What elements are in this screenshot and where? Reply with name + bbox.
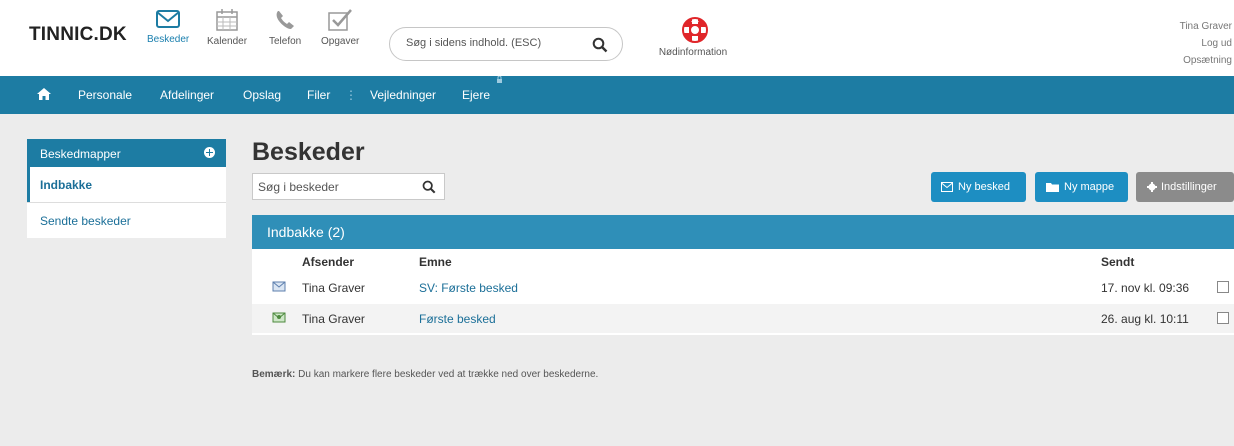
- column-header-subject[interactable]: Emne: [419, 255, 452, 269]
- envelope-icon: [941, 182, 953, 192]
- tool-label: Opgaver: [321, 36, 360, 47]
- page-title: Beskeder: [252, 138, 365, 166]
- table-row[interactable]: Tina Graver SV: Første besked 17. nov kl…: [252, 273, 1234, 302]
- tool-label: Beskeder: [147, 34, 190, 45]
- site-search-input[interactable]: Søg i sidens indhold. (ESC): [389, 27, 623, 61]
- folder-icon: [1046, 183, 1059, 192]
- sidebar-item-label: Indbakke: [40, 178, 93, 192]
- sidebar-item-inbox[interactable]: Indbakke: [27, 167, 226, 202]
- new-folder-label: Ny mappe: [1064, 181, 1115, 193]
- main-nav: Personale Afdelinger Opslag Filer ⋮ Vejl…: [0, 76, 1234, 114]
- emergency-info-button[interactable]: Nødinformation: [652, 16, 734, 58]
- settings-label: Indstillinger: [1161, 181, 1217, 193]
- hint-label: Bemærk:: [252, 369, 296, 380]
- row-subject-link[interactable]: SV: Første besked: [419, 281, 518, 295]
- lifebuoy-icon: [682, 17, 708, 43]
- message-search-placeholder: Søg i beskeder: [258, 180, 339, 194]
- search-icon[interactable]: [422, 180, 436, 194]
- new-folder-button[interactable]: Ny mappe: [1035, 172, 1128, 202]
- row-sent: 26. aug kl. 10:11: [1101, 312, 1189, 326]
- new-message-button[interactable]: Ny besked: [931, 172, 1026, 202]
- nav-item-filer[interactable]: Filer: [307, 88, 330, 102]
- hint-body: Du kan markere flere beskeder ved at træ…: [295, 369, 599, 380]
- column-header-sender[interactable]: Afsender: [302, 255, 354, 269]
- nav-separator: ⋮: [345, 88, 357, 102]
- calendar-icon: [216, 9, 238, 31]
- checkbox-icon: [328, 9, 353, 31]
- user-menu: Tina Graver Log ud Opsætning: [1180, 18, 1232, 69]
- hint-text: Bemærk: Du kan markere flere beskeder ve…: [252, 369, 598, 380]
- home-icon[interactable]: [36, 87, 52, 101]
- row-sent: 17. nov kl. 09:36: [1101, 281, 1190, 295]
- row-sender: Tina Graver: [302, 281, 365, 295]
- sidebar-item-sent[interactable]: Sendte beskeder: [27, 203, 226, 238]
- site-search-placeholder: Søg i sidens indhold. (ESC): [406, 37, 542, 49]
- table-row[interactable]: Tina Graver Første besked 26. aug kl. 10…: [252, 304, 1234, 333]
- column-header-sent[interactable]: Sendt: [1101, 255, 1134, 269]
- inbox-title: Indbakke (2): [267, 224, 345, 240]
- logout-link[interactable]: Log ud: [1180, 35, 1232, 52]
- message-search-input[interactable]: Søg i beskeder: [252, 173, 445, 200]
- row-checkbox[interactable]: [1217, 312, 1229, 324]
- envelope-read-icon: [272, 312, 286, 323]
- emergency-label: Nødinformation: [658, 47, 728, 58]
- settings-button[interactable]: Indstillinger: [1136, 172, 1234, 202]
- row-checkbox[interactable]: [1217, 281, 1229, 293]
- sidebar-item-label: Sendte beskeder: [40, 214, 131, 228]
- user-name: Tina Graver: [1179, 21, 1232, 32]
- top-header: TINNIC.DK Beskeder Kalender Telefon Opga…: [0, 0, 1234, 76]
- tool-label: Telefon: [269, 36, 302, 47]
- folder-sidebar: Beskedmapper Indbakke Sendte beskeder: [27, 139, 226, 238]
- sidebar-header: Beskedmapper: [27, 139, 226, 167]
- nav-item-afdelinger[interactable]: Afdelinger: [160, 88, 214, 102]
- row-sender: Tina Graver: [302, 312, 365, 326]
- tool-opgaver[interactable]: Opgaver: [321, 8, 359, 47]
- envelope-open-icon: [272, 281, 286, 292]
- inbox-header: Indbakke (2): [252, 215, 1234, 249]
- nav-item-personale[interactable]: Personale: [78, 88, 132, 102]
- tool-telefon[interactable]: Telefon: [269, 8, 301, 47]
- setup-link[interactable]: Opsætning: [1180, 52, 1232, 69]
- tool-beskeder[interactable]: Beskeder: [147, 8, 189, 45]
- tool-label: Kalender: [207, 36, 248, 47]
- tool-kalender[interactable]: Kalender: [207, 8, 247, 47]
- phone-icon: [276, 11, 295, 29]
- sidebar-title: Beskedmapper: [40, 147, 121, 161]
- row-subject-link[interactable]: Første besked: [419, 312, 496, 326]
- gear-icon: [1147, 182, 1157, 192]
- nav-item-ejere[interactable]: Ejere: [462, 88, 490, 102]
- new-message-label: Ny besked: [958, 181, 1010, 193]
- envelope-icon: [156, 10, 181, 28]
- lock-icon: [497, 76, 502, 83]
- logo[interactable]: TINNIC.DK: [29, 24, 127, 46]
- nav-item-vejledninger[interactable]: Vejledninger: [370, 88, 436, 102]
- message-table: Afsender Emne Sendt Tina Graver SV: Førs…: [252, 249, 1234, 335]
- nav-item-opslag[interactable]: Opslag: [243, 88, 281, 102]
- search-icon[interactable]: [592, 37, 608, 53]
- add-folder-icon[interactable]: [204, 147, 215, 158]
